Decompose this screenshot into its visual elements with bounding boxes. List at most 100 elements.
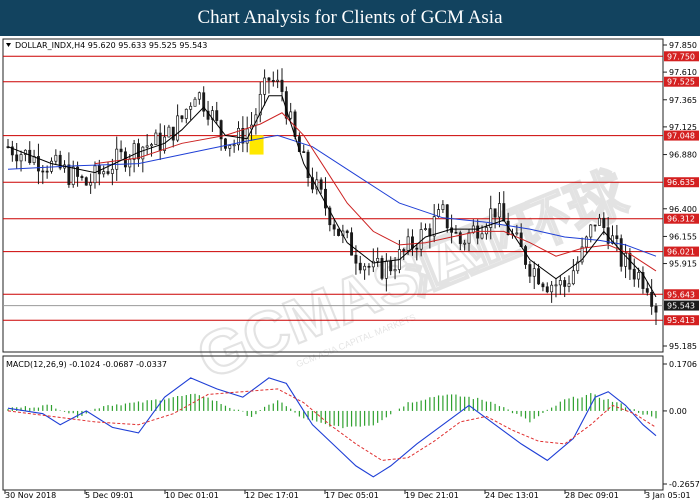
candle-body <box>137 143 140 160</box>
time-tick-label: 17 Dec 05:01 <box>325 491 379 500</box>
candle-body <box>589 224 593 238</box>
candle-body <box>337 228 340 236</box>
level-label: 97.048 <box>667 132 695 141</box>
header-banner: Chart Analysis for Clients of GCM Asia <box>0 0 700 36</box>
level-label: 96.312 <box>667 215 695 224</box>
candle-body <box>598 217 601 226</box>
candle-body <box>402 249 406 251</box>
price-tick-label: 97.365 <box>669 96 697 105</box>
candle-body <box>154 132 158 145</box>
candle-body <box>45 170 49 173</box>
price-tick-label: 95.185 <box>669 342 697 351</box>
candle-body <box>632 268 636 280</box>
candle-body <box>458 232 462 244</box>
candle-body <box>654 306 658 313</box>
time-tick-label: 30 Nov 2018 <box>5 491 56 500</box>
candle-body <box>180 115 184 119</box>
candle-body <box>428 228 432 237</box>
candle-body <box>637 272 641 280</box>
candle-body <box>450 227 454 233</box>
candle-body <box>454 231 458 234</box>
candle-body <box>71 166 75 185</box>
time-axis: 30 Nov 2018 5 Dec 09:01 10 Dec 01:01 12 Dec… <box>4 490 691 500</box>
candle-body <box>484 227 488 235</box>
candle-body <box>515 232 519 235</box>
candle-body <box>528 264 532 277</box>
level-label: 97.525 <box>667 78 695 87</box>
candle-body <box>271 80 275 82</box>
header-title: Chart Analysis for Clients of GCM Asia <box>197 7 503 28</box>
candle-body <box>228 145 232 149</box>
candle-body <box>110 168 114 174</box>
candle-body <box>289 111 293 119</box>
candle-body <box>84 177 88 186</box>
candle-body <box>584 236 588 248</box>
candle-body <box>132 143 136 160</box>
level-label: 97.750 <box>667 52 695 61</box>
candle-body <box>502 203 506 222</box>
candle-body <box>571 270 575 285</box>
macd-tick-label: 0.1706 <box>669 360 697 369</box>
candle-body <box>615 235 619 239</box>
candle-body <box>215 110 219 121</box>
level-label: 96.635 <box>667 178 695 187</box>
candle-body <box>102 171 106 175</box>
candle-body <box>28 149 32 163</box>
candle-body <box>93 165 97 184</box>
candle-body <box>89 182 93 186</box>
candle-body <box>432 216 436 237</box>
candle-body <box>389 260 393 272</box>
candle-body <box>184 108 188 119</box>
candle-body <box>419 229 423 250</box>
candle-body <box>223 138 227 149</box>
candle-body <box>393 269 397 272</box>
candle-body <box>463 242 467 245</box>
candle-body <box>554 284 558 287</box>
candle-body <box>350 232 354 256</box>
candle-body <box>106 171 110 174</box>
candle-body <box>167 126 171 138</box>
candle-body <box>54 154 58 162</box>
candle-body <box>437 209 441 217</box>
candle-body <box>650 292 654 307</box>
candle-body <box>558 280 562 286</box>
candle-body <box>384 260 388 279</box>
macd-readout: MACD(12,26,9) -0.1024 -0.0687 -0.0337 <box>6 360 167 369</box>
time-tick-label: 28 Dec 09:01 <box>565 491 619 500</box>
candle-body <box>176 115 180 141</box>
candle-body <box>171 126 175 141</box>
candle-body <box>537 268 541 285</box>
candle-body <box>284 91 288 119</box>
candle-body <box>602 217 606 229</box>
candle-body <box>232 144 236 147</box>
candle-body <box>524 246 527 265</box>
candle-body <box>567 283 571 287</box>
candle-body <box>280 79 284 92</box>
candle-body <box>145 145 149 148</box>
chart-area: GCMASIA 汇亚环球 GCM ASIA CAPITAL MARKETS 97… <box>2 38 700 500</box>
candle-body <box>376 258 380 262</box>
candle-body <box>15 154 19 162</box>
candle-body <box>158 132 162 151</box>
level-label: 96.021 <box>667 248 695 257</box>
candle-body <box>354 254 358 264</box>
candle-body <box>345 230 349 234</box>
candle-body <box>497 203 501 218</box>
candle-body <box>363 265 367 271</box>
candle-body <box>115 148 119 170</box>
price-tick-label: 97.125 <box>669 123 697 132</box>
price-tick-label: 97.850 <box>669 41 697 50</box>
time-tick-label: 3 Jan 05:01 <box>645 491 691 500</box>
candle-body <box>241 128 245 144</box>
candle-body <box>358 262 362 271</box>
time-tick-label: 24 Dec 13:01 <box>485 491 539 500</box>
candle-body <box>411 236 414 249</box>
level-labels: 97.750 97.525 97.048 96.635 96.312 96.021 95.6… <box>664 51 699 326</box>
candle-body <box>541 283 545 288</box>
candle-body <box>445 204 449 229</box>
candle-body <box>80 176 84 179</box>
candle-body <box>319 179 323 190</box>
candle-body <box>493 208 497 218</box>
candle-body <box>367 265 371 268</box>
time-tick-label: 12 Dec 17:01 <box>245 491 299 500</box>
